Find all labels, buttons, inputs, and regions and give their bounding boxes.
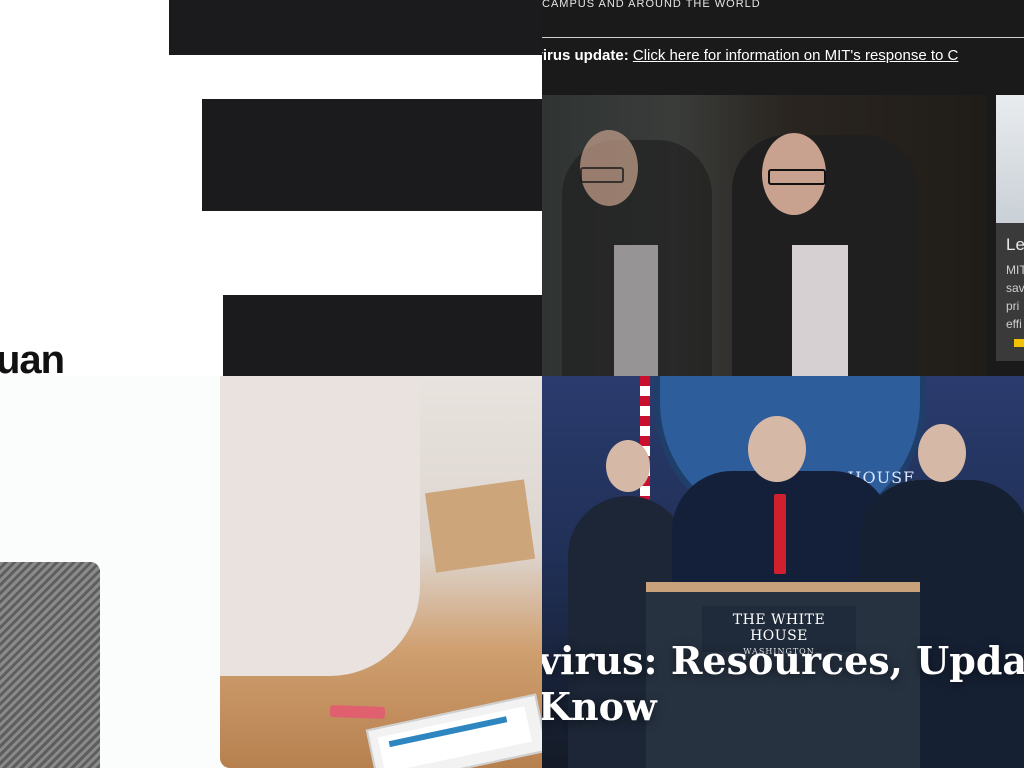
glasses-icon (580, 167, 624, 183)
glasses-icon (768, 169, 826, 185)
person-sweater (220, 376, 420, 676)
story-headline[interactable]: virus: Resources, Updates, Know (542, 638, 1024, 730)
tablet-screen (377, 706, 532, 768)
cardboard-box (424, 479, 536, 573)
black-bar-1 (169, 0, 542, 55)
site-tagline: CAMPUS AND AROUND THE WORLD (542, 0, 761, 10)
side-card-title: Le (1006, 235, 1024, 254)
lipstick (329, 705, 386, 719)
top-left-tile: uan (0, 0, 542, 376)
tablet-device (365, 693, 542, 768)
featured-photo[interactable] (542, 95, 986, 376)
knit-sweater-photo[interactable] (0, 562, 100, 768)
side-card-snippet: MIT sav pri effi (1006, 263, 1024, 331)
alert-banner: ronavirus update: Click here for informa… (542, 47, 958, 64)
red-tie (774, 494, 786, 574)
header-divider (542, 37, 1024, 38)
alert-link[interactable]: Click here for information on MIT's resp… (633, 47, 959, 64)
partial-heading: uan (0, 340, 65, 376)
alert-label: ronavirus update: (542, 47, 629, 64)
side-card-image (996, 95, 1024, 223)
side-card-accent (1014, 339, 1024, 347)
shipping-photo[interactable] (220, 376, 542, 768)
bottom-left-tile (0, 376, 542, 768)
black-bar-3 (223, 295, 542, 376)
knit-texture (0, 562, 100, 768)
side-news-card[interactable]: Le MIT sav pri effi (996, 95, 1024, 361)
face (606, 440, 650, 492)
bottom-right-tile: THE WHITE HOUSE THE WHITE HOUSE WASHINGT… (542, 376, 1024, 768)
black-bar-2 (202, 99, 542, 211)
shirt-reflection (614, 245, 658, 376)
shirt (792, 245, 848, 376)
face (918, 424, 966, 482)
top-right-tile: CAMPUS AND AROUND THE WORLD ronavirus up… (542, 0, 1024, 376)
face (748, 416, 806, 482)
